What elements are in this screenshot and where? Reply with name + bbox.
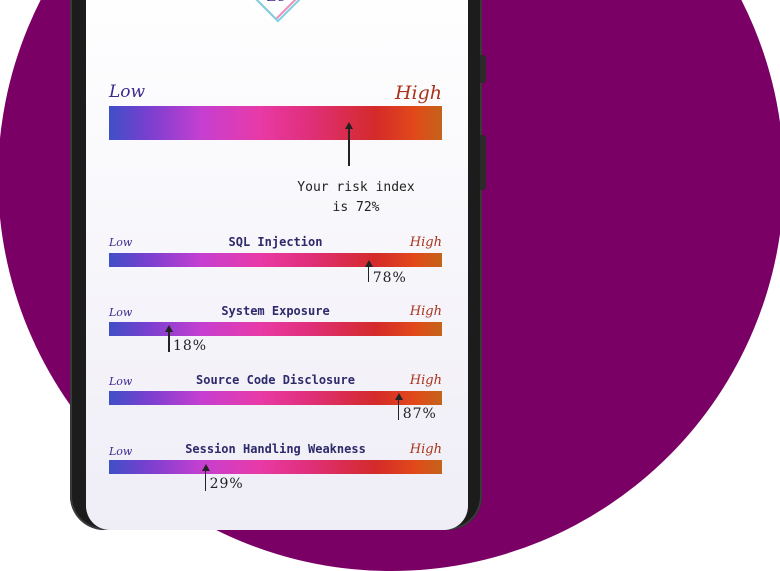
metric-value: 18% (172, 338, 208, 354)
phone-side-button (480, 55, 486, 83)
metric-high-label: High (409, 235, 442, 250)
zc-logo-diamond-icon: ZC (250, 0, 304, 23)
overall-low-label: Low (109, 82, 146, 102)
metric-arrow-line (204, 469, 207, 491)
metric-value: 87% (402, 406, 437, 422)
metric-title: System Exposure (221, 304, 330, 318)
phone-screen: ZC Low High Your risk index is 72% Low S… (86, 0, 468, 530)
metric-bar (109, 322, 442, 336)
metric-value: 78% (372, 270, 407, 286)
metric-high-label: High (409, 442, 442, 457)
overall-high-label: High (394, 82, 442, 104)
metric-bar (109, 460, 442, 474)
metric-value: 29% (209, 476, 244, 492)
risk-index-text: Your risk index is 72% (276, 178, 436, 218)
overall-arrow-line (348, 128, 350, 166)
phone-volume-button (480, 135, 486, 190)
overall-risk-bar (109, 106, 442, 140)
metric-arrow-line (367, 265, 370, 282)
risk-index-line1: Your risk index (297, 180, 415, 195)
logo-text: ZC (267, 0, 287, 5)
metric-title: Session Handling Weakness (185, 442, 366, 456)
risk-index-line2: is 72% (332, 200, 380, 215)
metric-title: SQL Injection (228, 235, 323, 249)
metric-bar (109, 391, 442, 405)
metric-title: Source Code Disclosure (196, 373, 355, 387)
metric-arrow-line (168, 330, 170, 352)
metric-arrow-line (397, 398, 400, 420)
metric-high-label: High (409, 373, 442, 388)
metric-high-label: High (409, 304, 442, 319)
metric-bar (109, 253, 442, 267)
